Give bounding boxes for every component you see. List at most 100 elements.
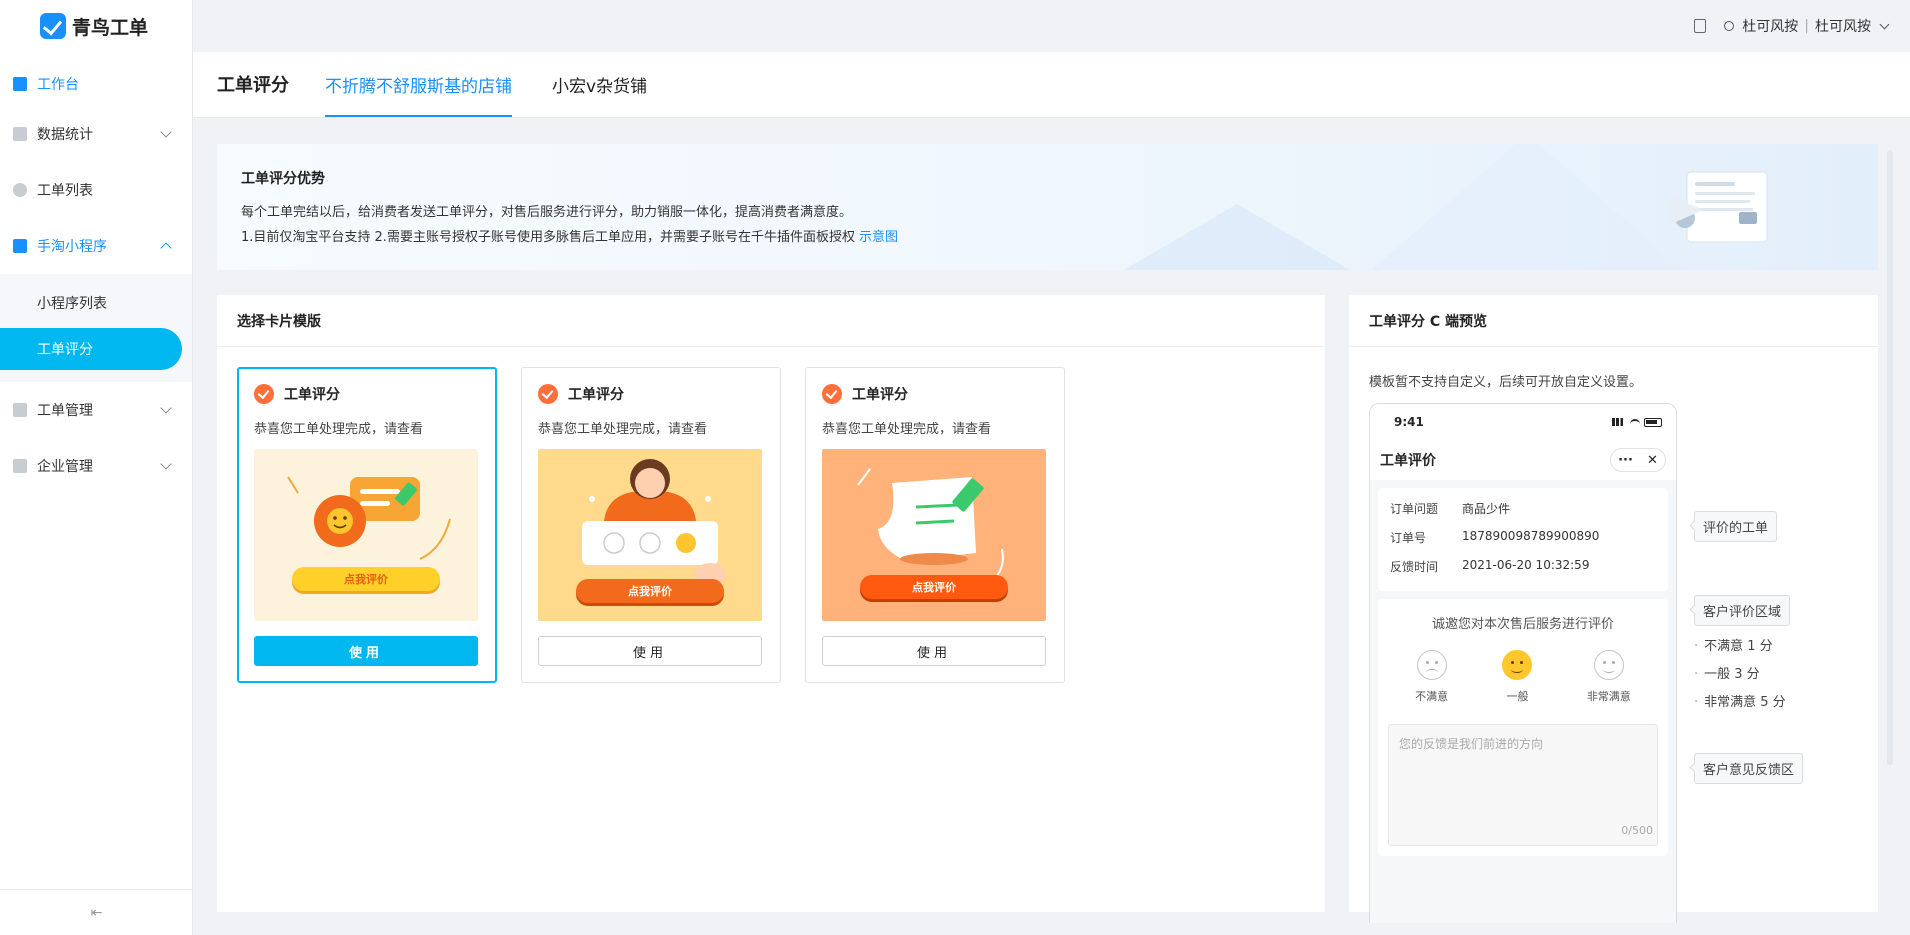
annotation-score: 不满意 1 分 [1694,635,1773,654]
order-key: 订单号 [1390,531,1427,545]
chevron-down-icon [160,402,172,414]
user-name[interactable]: 杜可风按 [1742,16,1798,36]
order-value: 商品少件 [1462,502,1511,516]
sidebar-item-workbench[interactable]: 工作台 [0,62,192,106]
card-preview-image: 点我评价 [254,449,478,621]
sidebar-item-label: 数据统计 [37,127,93,143]
rating-label: 不满意 [1415,690,1449,703]
app-logo[interactable]: 青鸟工单 [0,0,192,52]
order-value: 187890098789900890 [1462,529,1600,543]
logo-icon [40,13,66,39]
card-header: 工单评分 [538,384,764,404]
card-preview-image: 点我评价 [822,449,1046,621]
grin-face-icon [1593,650,1624,680]
clipboard-icon [13,239,27,253]
phone-status-bar: 9:41 [1370,404,1676,440]
doc-icon[interactable] [1694,19,1707,33]
sidebar-item-ticket-mgmt[interactable]: 工单管理 [0,382,192,438]
chevron-down-icon [160,458,172,470]
use-template-button[interactable]: 使用 [538,636,762,666]
template-panel: 选择卡片模版 工单评分 恭喜您工单处理完成，请查看 点我评价 使用 工单评分 恭… [217,295,1325,912]
sidebar-item-stats[interactable]: 数据统计 [0,106,192,162]
sidebar-item-miniapp[interactable]: 手淘小程序 [0,218,192,274]
building-icon [13,459,27,473]
collapse-sidebar-button[interactable]: ⇤ [0,889,193,935]
tab-shop-2[interactable]: 小宏v杂货铺 [552,51,647,117]
sidebar-subitem-miniapp-list[interactable]: 小程序列表 [0,282,182,324]
banner-decoration [1117,204,1357,270]
preview-panel-title: 工单评分 C 端预览 [1349,295,1878,347]
order-info-box: 订单问题 商品少件 订单号 187890098789900890 反馈时间 2021-… [1378,488,1668,591]
card-subtitle: 恭喜您工单处理完成，请查看 [538,422,708,437]
sidebar: 青鸟工单 工作台 数据统计 工单列表 手淘小程序 小程序列表 工单评分 工单管理 [0,0,193,935]
rating-prompt: 诚邀您对本次售后服务进行评价 [1431,617,1614,632]
feedback-placeholder: 您的反馈是我们前进的方向 [1399,737,1544,751]
rating-faces: 不满意 一般 非常满意 [1388,650,1658,704]
rating-option-very-satisfied: 非常满意 [1587,650,1631,704]
sidebar-subitem-ticket-rating[interactable]: 工单评分 [0,328,182,370]
mini-program-capsule: ··· ✕ [1610,448,1666,472]
chat-bubble-illustration [287,476,451,560]
smile-face-icon [1502,650,1533,680]
search-icon [13,183,27,197]
tab-shop-1[interactable]: 不折腾不舒服斯基的店铺 [325,51,512,117]
wifi-icon [1630,418,1640,426]
flower-badge-icon [822,384,842,404]
status-icons [1612,417,1662,427]
mail-illustration [1671,171,1768,243]
sidebar-item-ticket-list[interactable]: 工单列表 [0,162,192,218]
page-scrollbar[interactable] [1887,150,1893,765]
phone-nav-bar: 工单评价 ··· ✕ [1370,440,1676,480]
monitor-icon [13,77,27,91]
collapse-icon: ⇤ [90,904,103,921]
banner-description: 每个工单完结以后，给消费者发送工单评分，对售后服务进行评分，助力销服一体化，提高… [241,205,853,220]
phone-page-title: 工单评价 [1380,453,1436,469]
template-panel-title: 选择卡片模版 [217,295,1325,347]
feedback-textarea: 您的反馈是我们前进的方向 0/500 [1388,724,1658,846]
separator: | [1804,18,1809,34]
annotation-rating-area: 客户评价区域 [1694,595,1791,626]
page-title: 工单评分 [217,75,289,96]
card-header: 工单评分 [254,384,480,404]
card-title: 工单评分 [568,387,624,403]
template-card-1[interactable]: 工单评分 恭喜您工单处理完成，请查看 点我评价 使用 [237,367,497,683]
preview-panel: 工单评分 C 端预览 模板暂不支持自定义，后续可开放自定义设置。 9:41 工单… [1349,295,1878,923]
card-preview-image: 点我评价 [538,449,762,621]
order-key: 订单问题 [1390,502,1439,516]
sidebar-submenu: 小程序列表 工单评分 [0,274,192,382]
example-link[interactable]: 示意图 [859,230,898,245]
more-icon: ··· [1618,452,1633,468]
status-time: 9:41 [1394,415,1424,429]
user-icon [1724,21,1735,31]
sidebar-item-label: 工作台 [37,77,79,93]
shop-account-name[interactable]: 杜可风按 [1815,16,1871,36]
chevron-down-icon[interactable] [1879,19,1890,29]
rate-now-cta: 点我评价 [292,567,440,591]
order-key: 反馈时间 [1390,560,1439,574]
sidebar-item-label: 手淘小程序 [37,239,107,255]
card-subtitle: 恭喜您工单处理完成，请查看 [822,422,992,437]
template-card-2[interactable]: 工单评分 恭喜您工单处理完成，请查看 点我评价 使用 [521,367,781,683]
rating-label: 一般 [1506,690,1529,703]
sidebar-item-enterprise[interactable]: 企业管理 [0,438,192,494]
card-header: 工单评分 [822,384,1048,404]
sidebar-item-label: 企业管理 [37,459,93,475]
preview-note: 模板暂不支持自定义，后续可开放自定义设置。 [1369,375,1643,390]
banner-title: 工单评分优势 [241,171,325,187]
order-row: 订单问题 商品少件 [1390,500,1656,517]
chevron-down-icon [160,126,172,138]
signal-icon [1612,418,1626,426]
rating-option-unsatisfied: 不满意 [1415,650,1448,704]
annotation-feedback-area: 客户意见反馈区 [1694,753,1804,784]
use-template-button[interactable]: 使用 [254,636,478,666]
banner-decoration [1367,144,1687,270]
rating-label: 非常满意 [1586,690,1631,703]
template-card-3[interactable]: 工单评分 恭喜您工单处理完成，请查看 点我评价 使用 [805,367,1065,683]
document-icon [13,403,27,417]
app-name: 青鸟工单 [72,16,149,39]
info-banner: 工单评分优势 每个工单完结以后，给消费者发送工单评分，对售后服务进行评分，助力销… [217,144,1878,270]
rating-box: 诚邀您对本次售后服务进行评价 不满意 一般 非常满意 您的反馈是我们前进的方向 … [1378,599,1668,856]
use-template-button[interactable]: 使用 [822,636,1046,666]
card-title: 工单评分 [284,387,340,403]
sidebar-item-label: 工单列表 [37,183,93,199]
